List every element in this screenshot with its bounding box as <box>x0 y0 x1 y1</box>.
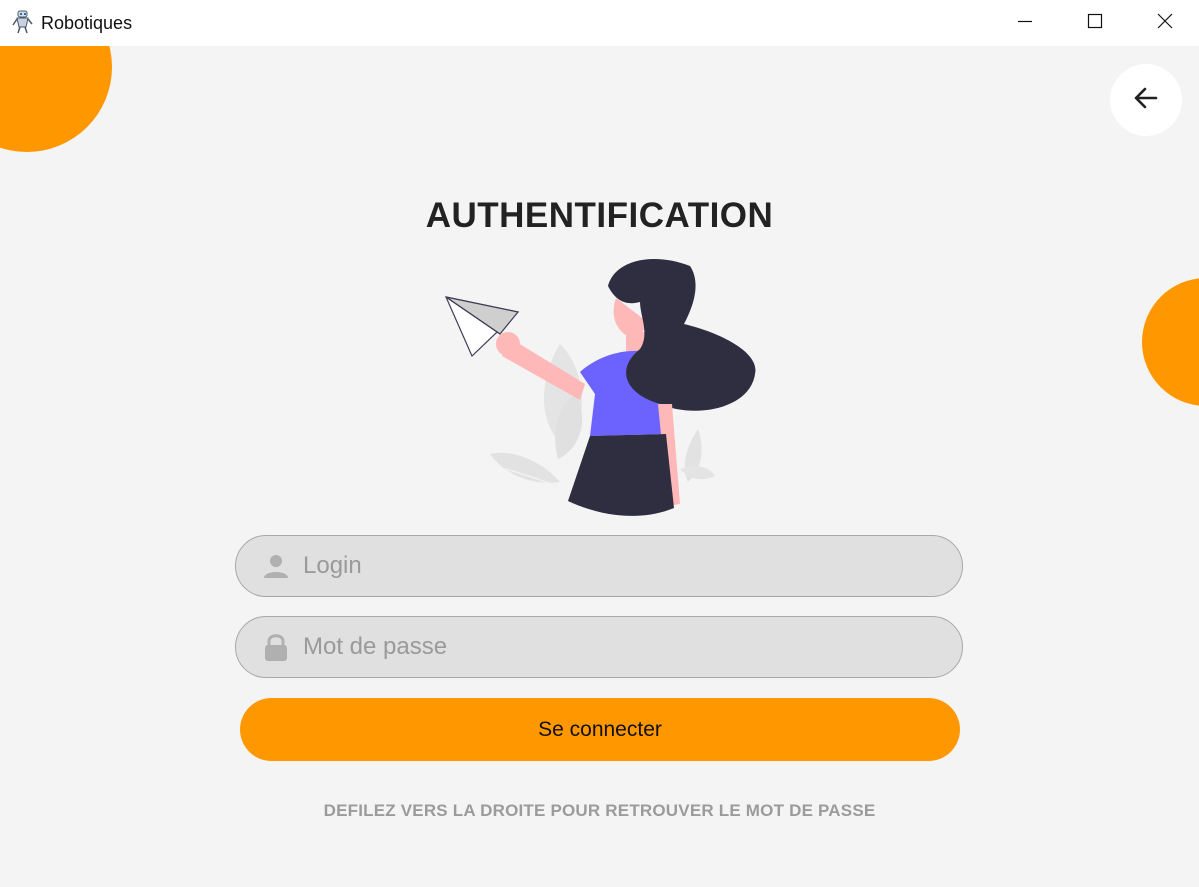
woman-paper-plane-illustration <box>440 254 760 518</box>
login-input[interactable] <box>303 536 943 595</box>
password-input[interactable] <box>303 617 943 676</box>
maximize-button[interactable] <box>1060 0 1130 46</box>
minimize-button[interactable] <box>990 0 1060 46</box>
close-button[interactable] <box>1130 0 1199 46</box>
login-button[interactable]: Se connecter <box>240 698 960 761</box>
lock-icon <box>261 632 291 662</box>
minimize-icon <box>1017 13 1033 34</box>
login-screen: AUTHENTIFICATION Login Se connecter DEFI… <box>0 46 1199 887</box>
user-icon <box>261 551 291 581</box>
close-icon <box>1157 13 1173 34</box>
decorative-circle-right <box>1142 278 1199 406</box>
decorative-circle-top-left <box>0 46 112 152</box>
arrow-left-icon <box>1132 84 1160 117</box>
password-field[interactable] <box>235 616 963 678</box>
robot-icon <box>12 10 34 34</box>
maximize-icon <box>1087 13 1103 34</box>
page-title: AUTHENTIFICATION <box>425 196 774 235</box>
back-button[interactable] <box>1110 64 1182 136</box>
app-window: Robotiques AUTHENTIFICATION Login Se con… <box>0 0 1199 887</box>
window-title: Robotiques <box>41 13 133 33</box>
password-recovery-hint: DEFILEZ VERS LA DROITE POUR RETROUVER LE… <box>323 801 876 820</box>
login-field[interactable] <box>235 535 963 597</box>
title-bar: Robotiques <box>0 0 1199 46</box>
